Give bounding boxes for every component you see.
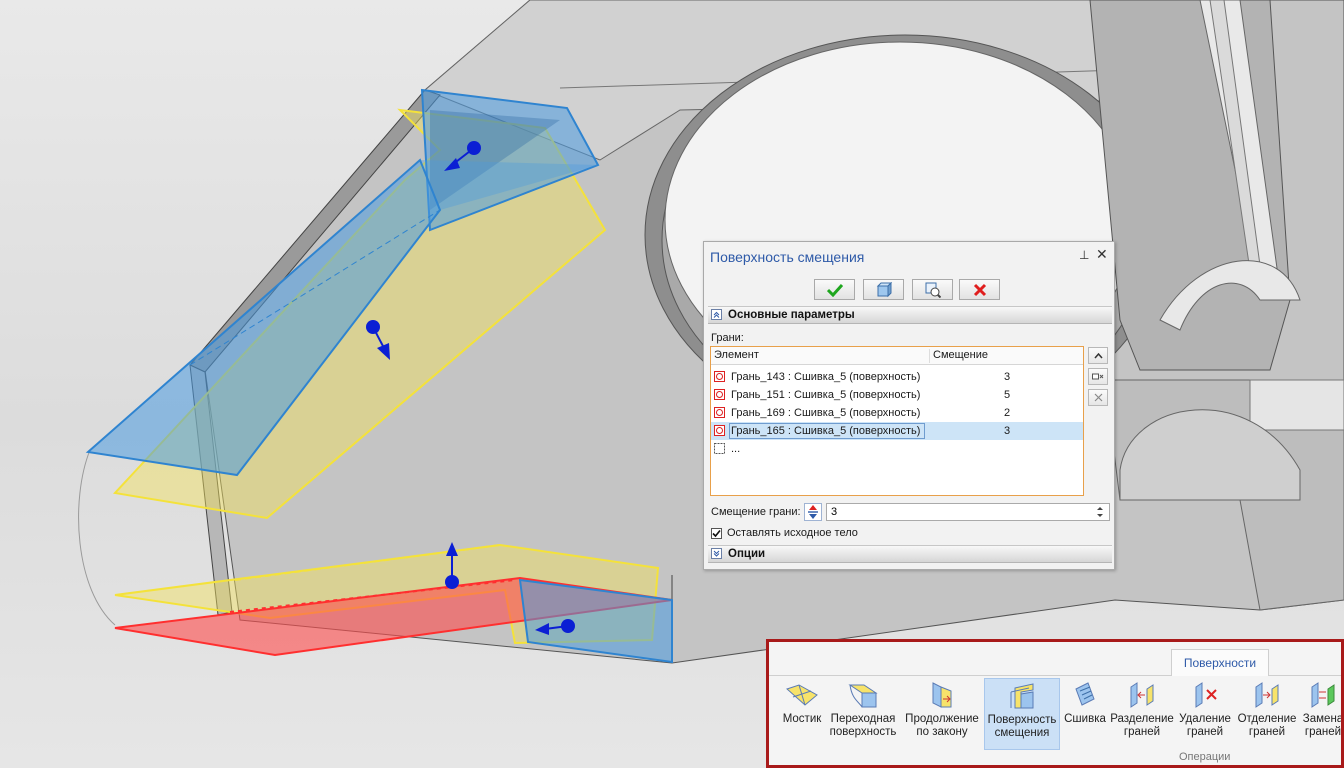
extend-by-law-button[interactable]: Продолжение по закону bbox=[900, 678, 984, 750]
table-row-new[interactable]: ... bbox=[711, 440, 1083, 458]
face-icon bbox=[714, 389, 725, 400]
face-offset[interactable]: 3 bbox=[1001, 425, 1013, 437]
green-check-icon bbox=[826, 283, 843, 297]
clear-row-button[interactable] bbox=[1088, 368, 1108, 385]
close-button[interactable]: ✕ bbox=[1096, 246, 1108, 263]
face-offset[interactable]: 3 bbox=[1001, 371, 1013, 383]
column-offset[interactable]: Смещение bbox=[929, 349, 988, 363]
button-label-line1: Мостик bbox=[782, 713, 822, 725]
collapse-chevron-icon[interactable] bbox=[711, 309, 722, 320]
column-element[interactable]: Элемент bbox=[714, 349, 759, 361]
faces-table-header: Элемент Смещение bbox=[711, 347, 1083, 365]
offset-label: Смещение грани: bbox=[711, 506, 801, 518]
split-faces-icon bbox=[1130, 682, 1154, 708]
group-label-operations: Операции bbox=[1179, 751, 1231, 763]
button-label-line2: смещения bbox=[994, 727, 1050, 739]
options-label: Опции bbox=[728, 548, 766, 560]
expand-chevron-icon[interactable] bbox=[711, 548, 722, 559]
offset-surface-dialog: Поверхность смещения ⊥ ✕ Основные параме… bbox=[703, 241, 1115, 570]
extend-by-law-icon bbox=[932, 682, 952, 708]
face-icon bbox=[714, 407, 725, 418]
replace-faces-button[interactable]: Замена граней bbox=[1298, 678, 1344, 750]
move-up-button[interactable] bbox=[1088, 347, 1108, 364]
delete-icon bbox=[1094, 393, 1102, 402]
main-params-section-header[interactable]: Основные параметры bbox=[708, 306, 1112, 324]
delete-row-button[interactable] bbox=[1088, 389, 1108, 406]
button-label-line2: граней bbox=[1248, 726, 1286, 738]
direction-toggle-button[interactable] bbox=[804, 503, 822, 521]
button-label-line1: Разделение bbox=[1110, 713, 1174, 725]
stitch-icon bbox=[1075, 682, 1095, 706]
face-offset[interactable]: 2 bbox=[1001, 407, 1013, 419]
dialog-title: Поверхность смещения bbox=[710, 249, 865, 265]
cancel-button[interactable] bbox=[959, 279, 1000, 300]
ribbon-panel: Поверхности Мостик Переходная поверхност… bbox=[766, 639, 1344, 768]
face-name: Грань_169 : Сшивка_5 (поверхность) bbox=[731, 407, 921, 419]
new-row-placeholder: ... bbox=[731, 443, 741, 455]
face-icon bbox=[714, 425, 725, 436]
button-label-line2: граней bbox=[1123, 726, 1161, 738]
face-name: Грань_151 : Сшивка_5 (поверхность) bbox=[731, 389, 921, 401]
zoom-preview-icon bbox=[925, 282, 941, 298]
zoom-preview-button[interactable] bbox=[912, 279, 953, 300]
button-label-line2: граней bbox=[1186, 726, 1224, 738]
chevron-up-icon bbox=[1093, 352, 1103, 358]
button-label-line1: Сшивка bbox=[1064, 713, 1106, 725]
eraser-icon bbox=[1092, 373, 1104, 380]
delete-faces-button[interactable]: Удаление граней bbox=[1174, 678, 1236, 750]
bridge-button[interactable]: Мостик bbox=[775, 678, 829, 750]
detach-faces-icon bbox=[1255, 682, 1279, 708]
main-params-label: Основные параметры bbox=[728, 309, 855, 321]
button-label-line1: Замена bbox=[1302, 713, 1344, 725]
face-icon bbox=[714, 371, 725, 382]
split-faces-button[interactable]: Разделение граней bbox=[1110, 678, 1174, 750]
button-label-line1: Поверхность bbox=[987, 714, 1057, 726]
replace-faces-icon bbox=[1311, 682, 1335, 708]
keep-body-checkbox[interactable] bbox=[711, 528, 722, 539]
button-label-line2: поверхность bbox=[829, 726, 897, 738]
check-icon bbox=[712, 529, 721, 538]
options-section-header[interactable]: Опции bbox=[708, 545, 1112, 563]
button-label-line2: граней bbox=[1304, 726, 1342, 738]
table-row[interactable]: Грань_151 : Сшивка_5 (поверхность) 5 bbox=[711, 386, 1083, 404]
transition-surface-icon bbox=[848, 684, 878, 708]
stitch-button[interactable]: Сшивка bbox=[1060, 678, 1110, 750]
faces-label: Грани: bbox=[711, 332, 744, 344]
preview-icon bbox=[876, 281, 892, 297]
pin-icon[interactable]: ⊥ bbox=[1079, 248, 1089, 262]
table-row[interactable]: Грань_143 : Сшивка_5 (поверхность) 3 bbox=[711, 368, 1083, 386]
face-name: Грань_143 : Сшивка_5 (поверхность) bbox=[731, 371, 921, 383]
button-label-line1: Удаление bbox=[1179, 713, 1231, 725]
faces-table[interactable]: Элемент Смещение Грань_143 : Сшивка_5 (п… bbox=[710, 346, 1084, 496]
face-name: Грань_165 : Сшивка_5 (поверхность) bbox=[728, 423, 926, 439]
tab-surfaces[interactable]: Поверхности bbox=[1171, 649, 1269, 676]
offset-surface-button[interactable]: Поверхность смещения bbox=[984, 678, 1060, 750]
spinner-arrows-icon[interactable] bbox=[1092, 504, 1108, 520]
button-label-line1: Переходная bbox=[830, 713, 896, 725]
detach-faces-button[interactable]: Отделение граней bbox=[1236, 678, 1298, 750]
direction-arrows-icon bbox=[808, 505, 818, 519]
button-label-line1: Отделение bbox=[1237, 713, 1297, 725]
button-label-line2: по закону bbox=[916, 726, 968, 738]
empty-face-icon bbox=[714, 443, 725, 454]
button-label-line1: Продолжение bbox=[905, 713, 979, 725]
transition-surface-button[interactable]: Переходная поверхность bbox=[826, 678, 900, 750]
bridge-icon bbox=[786, 684, 818, 706]
table-row[interactable]: Грань_169 : Сшивка_5 (поверхность) 2 bbox=[711, 404, 1083, 422]
table-row-selected[interactable]: Грань_165 : Сшивка_5 (поверхность) 3 bbox=[711, 422, 1083, 440]
face-offset[interactable]: 5 bbox=[1001, 389, 1013, 401]
offset-input[interactable] bbox=[826, 503, 1110, 521]
preview-button[interactable] bbox=[863, 279, 904, 300]
delete-faces-icon bbox=[1195, 682, 1217, 708]
red-x-icon bbox=[973, 283, 986, 296]
ok-button[interactable] bbox=[814, 279, 855, 300]
keep-body-label[interactable]: Оставлять исходное тело bbox=[727, 527, 858, 539]
offset-surface-icon bbox=[1010, 683, 1034, 709]
